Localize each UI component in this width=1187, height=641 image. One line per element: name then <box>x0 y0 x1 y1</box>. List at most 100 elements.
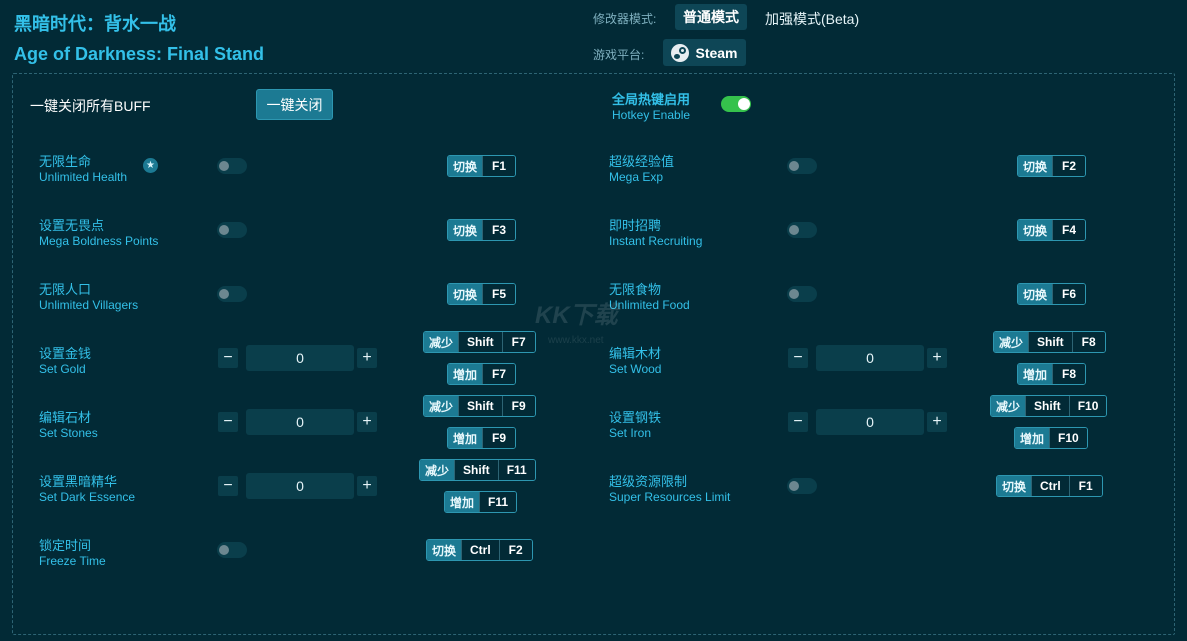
set-gold-minus-button[interactable]: − <box>218 348 238 368</box>
set-wood-decrease-hotkey[interactable]: 减少 Shift F8 <box>993 331 1106 353</box>
hotkey-enable-label-en: Hotkey Enable <box>612 108 691 122</box>
instant-recruiting-hotkey[interactable]: 切换 F4 <box>1017 219 1087 241</box>
steam-platform-button[interactable]: Steam <box>663 39 746 66</box>
hotkey-enable-label-cn: 全局热键启用 <box>612 92 691 107</box>
hotkey-key: F11 <box>497 460 535 480</box>
hotkey-tag: 减少 <box>991 396 1026 416</box>
hotkey-enable-toggle[interactable] <box>721 96 751 112</box>
mega-exp-label-en: Mega Exp <box>609 170 664 184</box>
hotkey-key: Shift <box>1025 396 1069 416</box>
mega-exp-label-cn: 超级经验值 <box>609 154 675 169</box>
star-icon: ★ <box>143 158 158 173</box>
set-iron-increase-hotkey[interactable]: 增加 F10 <box>1014 427 1088 449</box>
set-gold-label-cn: 设置金钱 <box>39 346 92 361</box>
hotkey-key: F8 <box>1052 364 1086 384</box>
unlimited-villagers-toggle[interactable] <box>217 286 247 302</box>
mega-boldness-hotkey[interactable]: 切换 F3 <box>447 219 517 241</box>
mega-exp-toggle[interactable] <box>787 158 817 174</box>
set-dark-essence-plus-button[interactable]: + <box>357 476 377 496</box>
freeze-time-label-en: Freeze Time <box>39 554 106 568</box>
unlimited-villagers-hotkey[interactable]: 切换 F5 <box>447 283 517 305</box>
steam-logo-icon <box>671 43 690 62</box>
hotkey-tag: 增加 <box>448 364 483 384</box>
mega-exp-hotkey[interactable]: 切换 F2 <box>1017 155 1087 177</box>
hotkey-key: F10 <box>1068 396 1107 416</box>
hotkey-key: F9 <box>482 428 516 448</box>
platform-name: Steam <box>695 44 738 61</box>
freeze-time-hotkey[interactable]: 切换 Ctrl F2 <box>426 539 533 561</box>
super-resources-hotkey[interactable]: 切换 Ctrl F1 <box>996 475 1103 497</box>
hotkey-tag: 切换 <box>448 156 483 176</box>
hotkey-key: F1 <box>1068 476 1102 496</box>
set-gold-label-en: Set Gold <box>39 362 86 376</box>
set-iron-label-cn: 设置钢铁 <box>609 410 662 425</box>
close-all-button[interactable]: 一键关闭 <box>256 89 333 120</box>
enhanced-mode-button[interactable]: 加强模式(Beta) <box>765 9 859 29</box>
instant-recruiting-toggle[interactable] <box>787 222 817 238</box>
unlimited-health-toggle[interactable] <box>217 158 247 174</box>
hotkey-tag: 切换 <box>448 220 483 240</box>
unlimited-health-hotkey[interactable]: 切换 F1 <box>447 155 517 177</box>
cheat-panel <box>12 73 1175 635</box>
set-wood-label-cn: 编辑木材 <box>609 346 662 361</box>
hotkey-key: F3 <box>482 220 516 240</box>
set-dark-essence-increase-hotkey[interactable]: 增加 F11 <box>444 491 518 513</box>
mode-label: 修改器模式: <box>593 12 657 26</box>
set-wood-increase-hotkey[interactable]: 增加 F8 <box>1017 363 1087 385</box>
set-stones-minus-button[interactable]: − <box>218 412 238 432</box>
set-iron-plus-button[interactable]: + <box>927 412 947 432</box>
hotkey-key: Ctrl <box>1031 476 1069 496</box>
set-gold-decrease-hotkey[interactable]: 减少 Shift F7 <box>423 331 536 353</box>
hotkey-tag: 增加 <box>1015 428 1050 448</box>
hotkey-key: F1 <box>482 156 516 176</box>
unlimited-food-hotkey[interactable]: 切换 F6 <box>1017 283 1087 305</box>
hotkey-key: F2 <box>498 540 532 560</box>
hotkey-tag: 减少 <box>994 332 1029 352</box>
set-wood-input[interactable] <box>816 345 924 371</box>
app-title-en: Age of Darkness: Final Stand <box>14 44 265 64</box>
set-gold-input[interactable] <box>246 345 354 371</box>
hotkey-tag: 减少 <box>424 332 459 352</box>
set-wood-minus-button[interactable]: − <box>788 348 808 368</box>
set-stones-decrease-hotkey[interactable]: 减少 Shift F9 <box>423 395 536 417</box>
close-all-buff-label: 一键关闭所有BUFF <box>30 98 151 114</box>
watermark-url: www.kkx.net <box>548 335 604 346</box>
hotkey-key: Shift <box>1028 332 1072 352</box>
set-iron-decrease-hotkey[interactable]: 减少 Shift F10 <box>990 395 1108 417</box>
mega-boldness-label-en: Mega Boldness Points <box>39 234 159 248</box>
set-dark-essence-minus-button[interactable]: − <box>218 476 238 496</box>
instant-recruiting-label-en: Instant Recruiting <box>609 234 703 248</box>
hotkey-key: F7 <box>482 364 516 384</box>
freeze-time-toggle[interactable] <box>217 542 247 558</box>
set-stones-plus-button[interactable]: + <box>357 412 377 432</box>
hotkey-key: F2 <box>1052 156 1086 176</box>
set-iron-input[interactable] <box>816 409 924 435</box>
hotkey-key: F7 <box>501 332 535 352</box>
hotkey-key: F5 <box>482 284 516 304</box>
super-resources-toggle[interactable] <box>787 478 817 494</box>
unlimited-food-toggle[interactable] <box>787 286 817 302</box>
set-wood-plus-button[interactable]: + <box>927 348 947 368</box>
set-gold-increase-hotkey[interactable]: 增加 F7 <box>447 363 517 385</box>
hotkey-key: Ctrl <box>461 540 499 560</box>
set-iron-minus-button[interactable]: − <box>788 412 808 432</box>
hotkey-key: Shift <box>458 396 502 416</box>
hotkey-tag: 增加 <box>445 492 480 512</box>
set-gold-plus-button[interactable]: + <box>357 348 377 368</box>
set-stones-input[interactable] <box>246 409 354 435</box>
super-resources-label-cn: 超级资源限制 <box>609 474 688 489</box>
watermark-logo: KK下载 <box>535 302 618 329</box>
hotkey-key: F10 <box>1049 428 1087 448</box>
set-dark-essence-input[interactable] <box>246 473 354 499</box>
hotkey-tag: 减少 <box>420 460 455 480</box>
hotkey-key: F8 <box>1071 332 1105 352</box>
normal-mode-button[interactable]: 普通模式 <box>675 4 747 30</box>
mega-boldness-toggle[interactable] <box>217 222 247 238</box>
unlimited-villagers-label-en: Unlimited Villagers <box>39 298 139 312</box>
set-wood-label-en: Set Wood <box>609 362 662 376</box>
hotkey-key: F6 <box>1052 284 1086 304</box>
set-stones-label-en: Set Stones <box>39 426 98 440</box>
set-dark-essence-decrease-hotkey[interactable]: 减少 Shift F11 <box>419 459 536 481</box>
set-dark-essence-label-cn: 设置黑暗精华 <box>39 474 118 489</box>
set-stones-increase-hotkey[interactable]: 增加 F9 <box>447 427 517 449</box>
